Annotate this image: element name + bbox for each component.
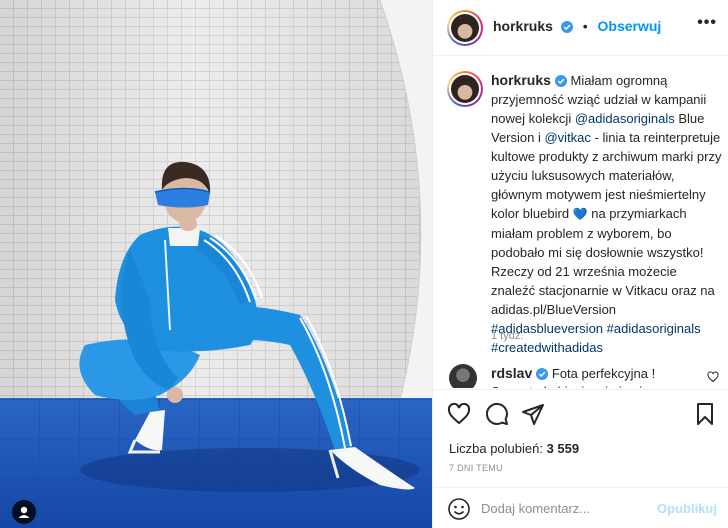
commenter-username[interactable]: rdslav (491, 365, 532, 381)
heart-icon[interactable] (447, 402, 471, 426)
add-comment-bar: Opublikuj (433, 487, 728, 528)
post-header: horkruks • Obserwuj ••• (433, 0, 728, 56)
separator-dot: • (582, 18, 588, 34)
post-modal: horkruks • Obserwuj ••• horkruks Miałam … (0, 0, 728, 528)
caption-part-4: na przymiarkach miałam problem z wyborem… (491, 206, 715, 317)
likes-label: Liczba polubień: (449, 441, 547, 456)
comment-input[interactable] (481, 496, 661, 520)
comment-like-heart-icon[interactable] (707, 371, 719, 383)
action-bar (433, 389, 728, 441)
post-age[interactable]: 7 DNI TEMU (449, 463, 503, 473)
share-icon[interactable] (521, 402, 545, 426)
likes-number: 3 559 (546, 441, 580, 456)
caption-username[interactable]: horkruks (491, 72, 551, 88)
photo-illustration (0, 0, 432, 528)
follow-button[interactable]: Obserwuj (598, 18, 662, 34)
author-username[interactable]: horkruks (493, 18, 553, 34)
comment-icon[interactable] (485, 402, 509, 426)
commenter-avatar[interactable] (449, 364, 477, 388)
comments-list[interactable]: horkruks Miałam ogromną przyjemność wzią… (433, 57, 728, 388)
caption-avatar[interactable] (447, 71, 483, 107)
header-user-row: horkruks • Obserwuj (493, 18, 661, 34)
publish-button[interactable]: Opublikuj (657, 501, 717, 516)
post-side-panel: horkruks • Obserwuj ••• horkruks Miałam … (432, 0, 728, 528)
verified-icon (554, 75, 567, 87)
caption-time[interactable]: 1 tydz. (491, 330, 523, 342)
post-photo[interactable] (0, 0, 432, 528)
emoji-icon[interactable] (447, 497, 471, 521)
verified-icon (536, 368, 549, 380)
verified-icon (560, 21, 573, 33)
author-avatar[interactable] (447, 10, 483, 46)
tag-people-icon[interactable] (12, 500, 36, 524)
caption-text: horkruks Miałam ogromną przyjemność wzią… (491, 71, 723, 357)
mention-vitkac[interactable]: @vitkac (544, 130, 590, 145)
blue-heart-emoji: 💙 (572, 207, 588, 221)
mention-adidasoriginals[interactable]: @adidasoriginals (575, 111, 675, 126)
likes-count[interactable]: Liczba polubień: 3 559 (449, 441, 579, 456)
more-icon[interactable]: ••• (697, 14, 717, 32)
comment-text: rdslav Fota perfekcyjna ! Super to kobie… (491, 364, 691, 388)
bookmark-icon[interactable] (693, 402, 717, 426)
